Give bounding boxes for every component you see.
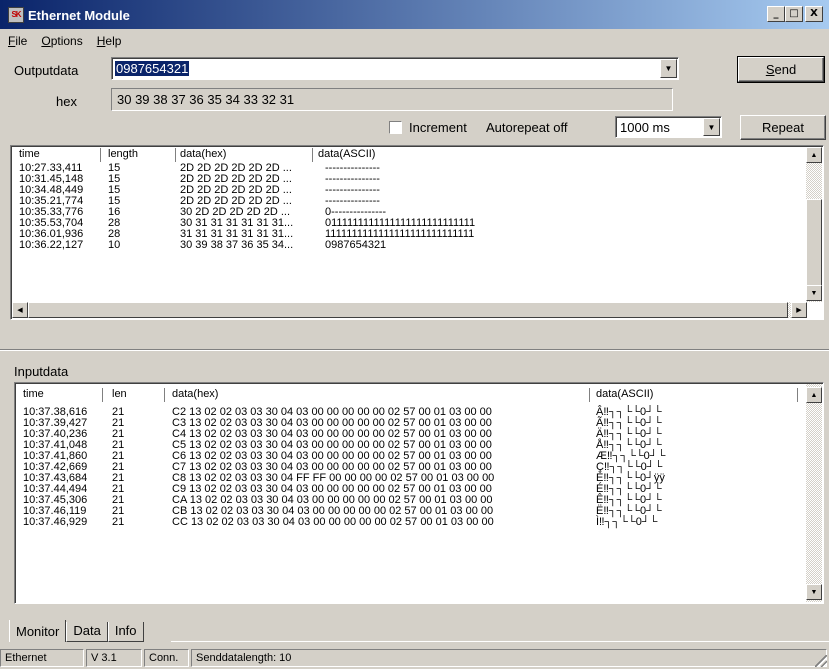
tab-baseline bbox=[171, 641, 829, 642]
hscroll-thumb[interactable] bbox=[28, 302, 788, 318]
status-conn: Conn. bbox=[144, 649, 189, 667]
tab-monitor[interactable]: Monitor bbox=[9, 620, 67, 642]
minimize-button[interactable]: _ bbox=[767, 6, 785, 22]
interval-combo[interactable]: 1000 ms ▼ bbox=[615, 116, 722, 138]
output-log-list[interactable]: time length data(hex) data(ASCII) 10:27.… bbox=[10, 145, 824, 320]
status-bar: Ethernet V 3.1 Conn. Senddatalength: 10 bbox=[0, 647, 829, 669]
output-log-vscroll[interactable]: ▲ ▼ bbox=[806, 147, 822, 302]
tab-info[interactable]: Info bbox=[107, 622, 144, 642]
tab-data[interactable]: Data bbox=[66, 622, 108, 642]
autorepeat-label: Autorepeat off bbox=[486, 120, 568, 135]
col-length[interactable]: length bbox=[108, 148, 138, 160]
hex-value: 30 39 38 37 36 35 34 33 32 31 bbox=[117, 92, 295, 107]
status-connection-type: Ethernet bbox=[0, 649, 84, 667]
col-data-ascii[interactable]: data(ASCII) bbox=[318, 148, 375, 160]
maximize-button[interactable]: □ bbox=[785, 6, 803, 22]
increment-label: Increment bbox=[409, 120, 467, 135]
col-data-ascii[interactable]: data(ASCII) bbox=[596, 388, 653, 400]
scroll-down-icon[interactable]: ▼ bbox=[806, 584, 822, 600]
outputdata-label: Outputdata bbox=[14, 63, 79, 78]
tab-strip: Monitor Data Info bbox=[9, 620, 144, 642]
output-log-header: time length data(hex) data(ASCII) bbox=[13, 148, 821, 162]
repeat-button[interactable]: Repeat bbox=[740, 115, 826, 140]
increment-checkbox[interactable] bbox=[389, 121, 402, 134]
menu-file[interactable]: File bbox=[0, 31, 33, 51]
menu-options[interactable]: Options bbox=[33, 31, 88, 51]
scroll-up-icon[interactable]: ▲ bbox=[806, 387, 822, 403]
col-data-hex[interactable]: data(hex) bbox=[172, 388, 218, 400]
col-len[interactable]: len bbox=[112, 388, 127, 400]
outputdata-combo[interactable]: 0987654321 ▼ bbox=[111, 57, 679, 80]
hex-label: hex bbox=[56, 94, 77, 109]
input-log-list[interactable]: time len data(hex) data(ASCII) 10:37.38,… bbox=[14, 382, 824, 604]
window-controls: _ □ X bbox=[767, 6, 823, 22]
menu-help[interactable]: Help bbox=[89, 31, 128, 51]
send-button[interactable]: Send bbox=[737, 56, 825, 83]
col-data-hex[interactable]: data(hex) bbox=[180, 148, 226, 160]
scroll-down-icon[interactable]: ▼ bbox=[806, 285, 822, 301]
resize-grip-icon[interactable] bbox=[815, 655, 827, 667]
scroll-right-icon[interactable]: ▶ bbox=[791, 302, 807, 318]
close-button[interactable]: X bbox=[805, 6, 823, 22]
inputdata-label: Inputdata bbox=[14, 364, 69, 379]
status-senddatalength: Senddatalength: 10 bbox=[191, 649, 827, 667]
status-version: V 3.1 bbox=[86, 649, 142, 667]
hex-field: 30 39 38 37 36 35 34 33 32 31 bbox=[111, 88, 673, 111]
input-log-vscroll[interactable]: ▲ ▼ bbox=[806, 384, 822, 602]
app-icon: SK bbox=[8, 6, 24, 23]
interval-value: 1000 ms bbox=[620, 120, 670, 135]
window-title: Ethernet Module bbox=[28, 7, 130, 23]
title-bar: SK Ethernet Module _ □ X bbox=[0, 0, 829, 29]
splitter[interactable] bbox=[0, 349, 829, 351]
menu-bar: File Options Help bbox=[0, 31, 127, 51]
output-log-hscroll[interactable]: ◀ ▶ bbox=[12, 302, 807, 318]
scroll-thumb[interactable] bbox=[806, 199, 822, 287]
input-log-header: time len data(hex) data(ASCII) bbox=[17, 388, 821, 402]
outputdata-input[interactable]: 0987654321 bbox=[115, 61, 190, 76]
scroll-left-icon[interactable]: ◀ bbox=[12, 302, 28, 318]
chevron-down-icon[interactable]: ▼ bbox=[660, 59, 677, 78]
col-time[interactable]: time bbox=[19, 148, 40, 160]
col-time[interactable]: time bbox=[23, 388, 44, 400]
scroll-up-icon[interactable]: ▲ bbox=[806, 147, 822, 163]
chevron-down-icon[interactable]: ▼ bbox=[703, 118, 720, 136]
